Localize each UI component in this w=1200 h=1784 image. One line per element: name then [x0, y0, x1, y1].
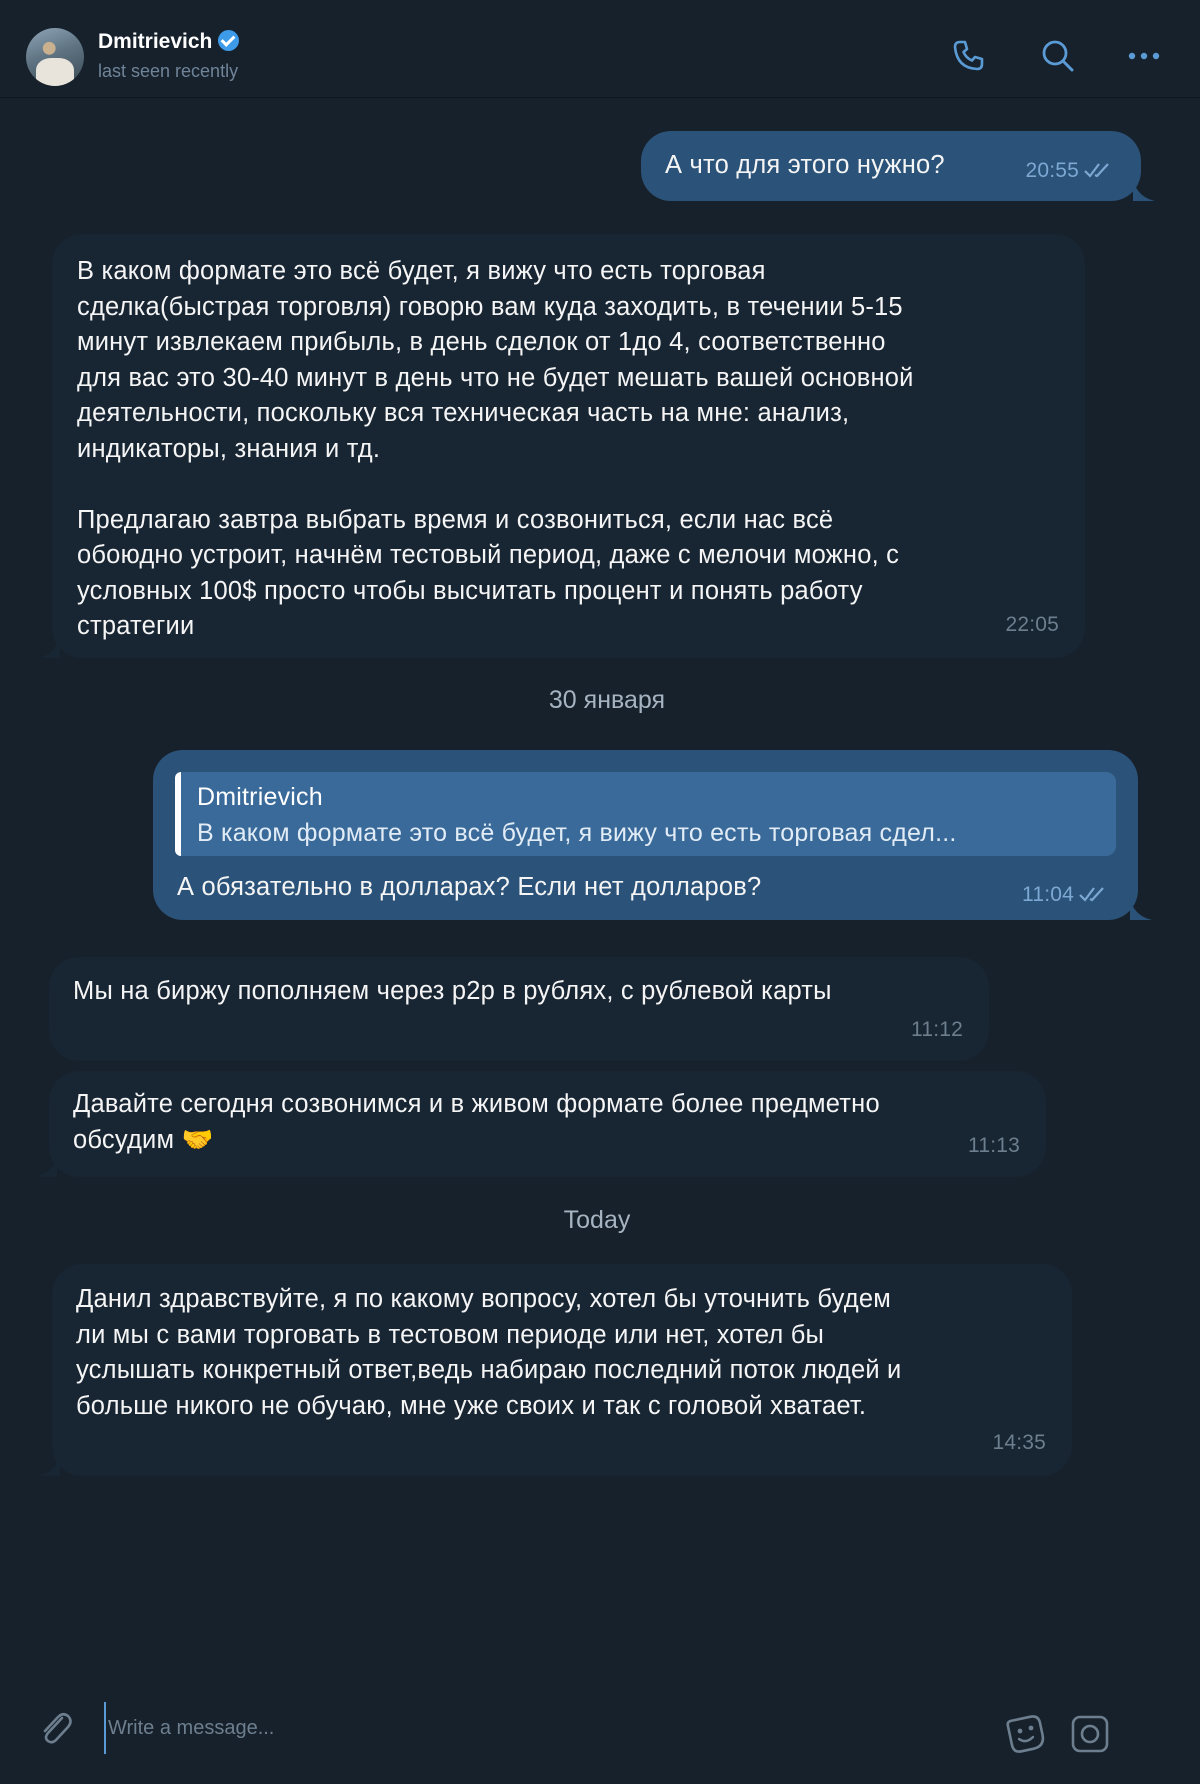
message-time: 14:35 [992, 1430, 1046, 1454]
message-time: 22:05 [1005, 612, 1059, 636]
sticker-icon[interactable] [1004, 1712, 1048, 1756]
camera-icon[interactable] [1068, 1712, 1112, 1756]
message-time: 11:13 [968, 1133, 1020, 1157]
message-incoming[interactable]: В каком формате это всё будет, я вижу чт… [38, 234, 1085, 658]
message-incoming[interactable]: Мы на биржу пополняем через p2p в рублях… [49, 957, 989, 1061]
message-time: 11:12 [911, 1017, 963, 1041]
message-time: 20:55 [1025, 153, 1113, 189]
message-text: А что для этого нужно? [665, 151, 945, 179]
date-separator: Today [563, 1206, 631, 1234]
contact-name-row[interactable]: Dmitrievich [98, 30, 240, 54]
double-check-icon [1084, 163, 1109, 178]
bubble-tail [1130, 898, 1152, 920]
message-text: В каком формате это всё будет, я вижу чт… [77, 257, 914, 640]
bubble-tail [1133, 179, 1155, 201]
attach-icon[interactable] [34, 1706, 78, 1750]
reply-text: В каком формате это всё будет, я вижу чт… [197, 819, 957, 847]
message-text: Давайте сегодня созвонимся и в живом фор… [73, 1090, 880, 1154]
contact-status: last seen recently [98, 61, 239, 81]
message-composer [0, 1672, 1200, 1784]
bubble-tail [38, 636, 60, 658]
message-time-label: 20:55 [1025, 159, 1079, 182]
double-check-icon [1079, 887, 1104, 902]
message-time: 11:04 [1022, 877, 1108, 913]
date-separator: 30 января [548, 686, 666, 714]
bubble-tail [38, 1454, 60, 1476]
message-incoming[interactable]: Данил здравствуйте, я по какому вопросу,… [38, 1264, 1072, 1476]
bubble-tail [35, 1155, 57, 1177]
phone-icon[interactable] [948, 36, 988, 76]
verified-icon [218, 30, 240, 51]
message-input[interactable] [104, 1702, 970, 1754]
chat-header: Dmitrievich last seen recently [0, 0, 1200, 98]
contact-name[interactable]: Dmitrievich [98, 30, 212, 53]
search-icon[interactable] [1038, 36, 1078, 76]
reply-author: Dmitrievich [197, 783, 323, 811]
message-text: А обязательно в долларах? Если нет долла… [177, 873, 762, 901]
message-text: Мы на биржу пополняем через p2p в рублях… [73, 977, 832, 1005]
message-time-label: 11:04 [1022, 883, 1074, 906]
reply-preview[interactable]: Dmitrievich В каком формате это всё буде… [175, 772, 1116, 856]
message-outgoing-reply[interactable]: Dmitrievich В каком формате это всё буде… [153, 750, 1152, 920]
message-incoming[interactable]: Давайте сегодня созвонимся и в живом фор… [35, 1071, 1046, 1177]
message-text: Данил здравствуйте, я по какому вопросу,… [76, 1285, 902, 1420]
message-outgoing[interactable]: А что для этого нужно? 20:55 [641, 131, 1155, 201]
avatar[interactable] [26, 28, 84, 86]
more-icon[interactable] [1124, 36, 1164, 76]
